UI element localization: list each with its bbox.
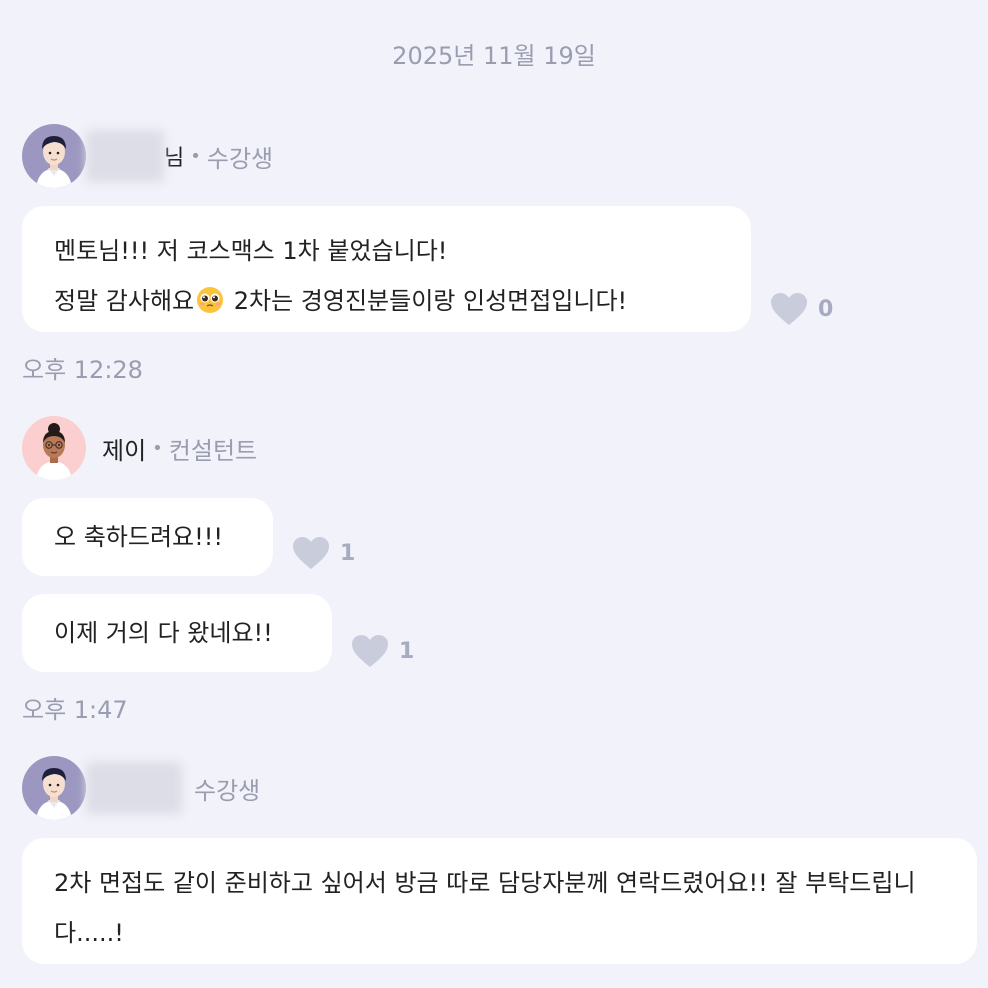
like-count: 1: [340, 540, 356, 566]
like-count: 0: [818, 296, 834, 322]
student-avatar[interactable]: [22, 756, 86, 820]
message-bubble[interactable]: 오 축하드려요!!!: [22, 498, 273, 576]
message-text: 이제 거의 다 왔네요!!: [54, 619, 273, 647]
separator-dot: •: [190, 145, 201, 167]
message-text: 2차 면접도 같이 준비하고 싶어서 방금 따로 담당자분께 연락드렸어요!! …: [54, 869, 916, 947]
sender-role: 수강생: [206, 144, 274, 173]
sender-name-blurred: [86, 130, 164, 182]
sender-role: 컨설턴트: [168, 436, 258, 465]
separator-dot: •: [152, 437, 163, 459]
sender-name: 님: [164, 146, 185, 171]
date-separator: 2025년 11월 19일: [392, 42, 596, 70]
message-timestamp: 오후 1:47: [22, 696, 128, 724]
like-count: 1: [399, 638, 415, 664]
sender-name-blurred: [86, 762, 182, 814]
consultant-avatar[interactable]: [22, 416, 86, 480]
heart-icon: [293, 537, 329, 569]
sender-header-student: 님 • 수강생: [22, 124, 273, 188]
sender-header-consultant: 제이 • 컨설턴트: [22, 416, 257, 480]
message-text: 오 축하드려요!!!: [54, 523, 223, 551]
message-bubble[interactable]: 멘토님!!! 저 코스맥스 1차 붙었습니다! 정말 감사해요 2차는 경영진분…: [22, 206, 751, 332]
sender-role: 수강생: [194, 776, 261, 805]
sender-name: 제이: [102, 436, 147, 465]
like-button[interactable]: 0: [770, 292, 833, 326]
heart-icon: [352, 635, 388, 667]
message-bubble[interactable]: 이제 거의 다 왔네요!!: [22, 594, 332, 672]
message-bubble[interactable]: 2차 면접도 같이 준비하고 싶어서 방금 따로 담당자분께 연락드렸어요!! …: [22, 838, 977, 964]
student-avatar[interactable]: [22, 124, 86, 188]
message-text-line: 정말 감사해요 2차는 경영진분들이랑 인성면접입니다!: [54, 276, 719, 326]
like-button[interactable]: 1: [292, 536, 355, 570]
message-timestamp: 오후 12:28: [22, 356, 143, 384]
message-text: 2차는 경영진분들이랑 인성면접입니다!: [226, 287, 628, 315]
heart-icon: [771, 293, 807, 325]
like-button[interactable]: 1: [351, 634, 414, 668]
message-text-line: 멘토님!!! 저 코스맥스 1차 붙었습니다!: [54, 237, 448, 265]
pleading-face-icon: [197, 287, 224, 313]
sender-header-student: 수강생: [22, 756, 260, 820]
message-text: 정말 감사해요: [54, 287, 195, 315]
